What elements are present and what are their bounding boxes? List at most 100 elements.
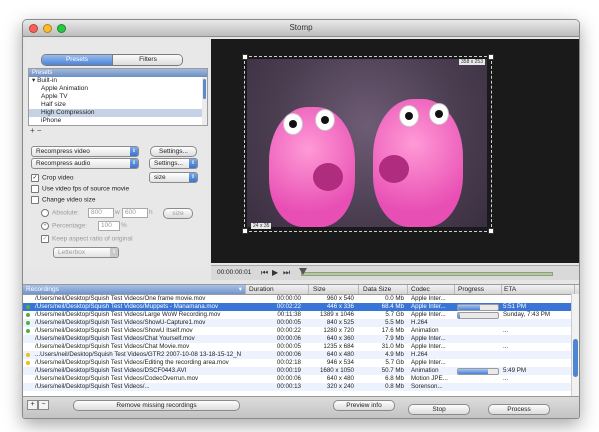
- audio-settings-popup[interactable]: Settings... ⇕: [149, 158, 198, 169]
- change-size-checkbox[interactable]: Change video size: [31, 196, 95, 205]
- crop-rectangle[interactable]: 358 x 253 24 x 35: [242, 54, 494, 234]
- height-field[interactable]: 600: [122, 208, 148, 218]
- checkbox-icon[interactable]: [31, 185, 39, 193]
- table-row[interactable]: /Users/neil/Desktop/Squish Test Videos/C…: [23, 343, 571, 351]
- cell-eta: 5:49 PM: [503, 367, 527, 374]
- crop-handle[interactable]: [242, 54, 248, 60]
- table-row-selected[interactable]: /Users/neil/Desktop/Squish Test Videos/M…: [23, 303, 571, 311]
- preset-list-header[interactable]: Presets: [29, 69, 207, 77]
- absolute-radio[interactable]: Absolute:: [41, 209, 79, 218]
- step-back-icon[interactable]: ⏮: [261, 268, 268, 278]
- sort-arrow-icon: ▾: [238, 286, 242, 293]
- add-recording-button[interactable]: +: [27, 400, 38, 410]
- radio-selected-icon[interactable]: •: [41, 222, 49, 230]
- playhead-icon[interactable]: [299, 268, 307, 275]
- step-forward-icon[interactable]: ⏭: [283, 268, 290, 278]
- cell-data: 31.0 Mb: [381, 343, 404, 350]
- scroll-thumb[interactable]: [573, 339, 578, 377]
- size-popup[interactable]: size ⇕: [149, 172, 198, 183]
- stop-button[interactable]: Stop: [408, 404, 470, 415]
- cell-duration: 00:02:22: [276, 303, 301, 310]
- remove-recording-button[interactable]: −: [38, 400, 49, 410]
- column-header-codec[interactable]: Codec: [408, 285, 455, 294]
- width-field[interactable]: 800: [88, 208, 114, 218]
- column-header-recordings[interactable]: Recordings ▾: [23, 285, 246, 294]
- cell-path: /Users/neil/Desktop/Squish Test Videos/S…: [35, 319, 206, 326]
- table-scrollbar[interactable]: [571, 294, 579, 397]
- column-header-progress[interactable]: Progress: [455, 285, 502, 294]
- column-header-eta[interactable]: ETA: [501, 285, 575, 294]
- preset-item-selected[interactable]: High Compression: [29, 109, 207, 117]
- cell-size: 640 x 360: [326, 335, 354, 342]
- cell-duration: 00:00:19: [276, 367, 301, 374]
- video-codec-popup[interactable]: Recompress video ⇕: [31, 146, 139, 157]
- process-button[interactable]: Process: [488, 404, 550, 415]
- table-row[interactable]: /Users/neil/Desktop/Squish Test Videos/C…: [23, 375, 571, 383]
- keep-aspect-checkbox[interactable]: ✓ Keep aspect ratio of original: [41, 235, 133, 244]
- video-preview[interactable]: 358 x 253 24 x 35: [211, 39, 579, 263]
- progress-fill: [458, 369, 488, 374]
- cell-data: 7.9 Mb: [385, 335, 404, 342]
- timeline-slider[interactable]: [301, 272, 553, 276]
- preset-item[interactable]: iPhone: [29, 117, 207, 125]
- letterbox-label: Letterbox: [58, 249, 86, 256]
- size-button[interactable]: size: [163, 208, 193, 219]
- radio-icon[interactable]: [41, 209, 49, 217]
- checkmark-icon[interactable]: ✓: [31, 174, 39, 182]
- cell-path: /Users/neil/Desktop/Squish Test Videos/L…: [35, 311, 221, 318]
- preview-info-button[interactable]: Preview info: [333, 400, 395, 411]
- checkbox-icon[interactable]: [31, 196, 39, 204]
- cell-size: 960 x 540: [326, 295, 354, 302]
- cell-data: 5.7 Gb: [385, 359, 404, 366]
- table-row[interactable]: /Users/neil/Desktop/Squish Test Videos/S…: [23, 327, 571, 335]
- cell-codec: Animation: [411, 367, 439, 374]
- column-header-duration[interactable]: Duration: [246, 285, 309, 294]
- table-row[interactable]: /Users/neil/Desktop/Squish Test Videos/.…: [23, 383, 571, 391]
- cell-path: /Users/neil/Desktop/Squish Test Videos/.…: [35, 383, 150, 390]
- preset-group-built-in[interactable]: ▾ Built-in: [29, 77, 207, 85]
- tab-filters[interactable]: Filters: [112, 55, 182, 65]
- column-header-size[interactable]: Size: [310, 285, 359, 294]
- audio-codec-popup[interactable]: Recompress audio ⇕: [31, 158, 139, 169]
- column-header-data-size[interactable]: Data Size: [360, 285, 408, 294]
- window-title: Stomp: [289, 23, 313, 32]
- progress-fill: [458, 313, 460, 318]
- remove-missing-button[interactable]: Remove missing recordings: [73, 400, 240, 411]
- table-row[interactable]: /Users/neil/Desktop/Squish Test Videos/L…: [23, 311, 571, 319]
- crop-handle[interactable]: [242, 228, 248, 234]
- crop-handle[interactable]: [488, 54, 494, 60]
- tab-presets[interactable]: Presets: [42, 55, 112, 65]
- size-popup-label: size: [154, 174, 166, 181]
- cell-data: 6.8 Mb: [385, 375, 404, 382]
- crop-handle[interactable]: [488, 228, 494, 234]
- table-row[interactable]: /Users/neil/Desktop/Squish Test Videos/D…: [23, 367, 571, 375]
- scroll-thumb[interactable]: [203, 79, 206, 99]
- preset-item[interactable]: Apple TV: [29, 93, 207, 101]
- use-fps-checkbox[interactable]: Use video fps of source movie: [31, 185, 129, 194]
- cell-eta: [503, 295, 569, 303]
- popup-arrows-icon: ⇕: [130, 147, 138, 156]
- cell-size: 1389 x 1046: [319, 311, 354, 318]
- crop-video-checkbox[interactable]: ✓ Crop video: [31, 174, 73, 183]
- preset-item[interactable]: Half size: [29, 101, 207, 109]
- checkmark-icon[interactable]: ✓: [41, 235, 49, 243]
- table-row[interactable]: ...Users/neil/Desktop/Squish Test Videos…: [23, 351, 571, 359]
- percentage-radio[interactable]: • Percentage:: [41, 222, 87, 231]
- column-label: Recordings: [26, 286, 59, 293]
- table-row[interactable]: /Users/neil/Desktop/Squish Test Videos/S…: [23, 319, 571, 327]
- percentage-field[interactable]: 100: [98, 221, 120, 231]
- letterbox-popup[interactable]: Letterbox ⇕: [53, 247, 119, 258]
- video-settings-button[interactable]: Settings...: [150, 146, 197, 157]
- disclosure-triangle-icon[interactable]: ▾: [32, 77, 35, 84]
- preset-scrollbar[interactable]: [202, 77, 207, 125]
- table-row[interactable]: /Users/neil/Desktop/Squish Test Videos/C…: [23, 335, 571, 343]
- cell-size: 1680 x 1050: [319, 367, 354, 374]
- table-row[interactable]: /Users/neil/Desktop/Squish Test Videos/E…: [23, 359, 571, 367]
- cell-eta: [503, 351, 569, 359]
- play-icon[interactable]: ▶: [272, 268, 278, 277]
- preset-item[interactable]: Apple Animation: [29, 85, 207, 93]
- add-remove-preset-buttons[interactable]: + −: [30, 126, 42, 135]
- status-dot-icon: [26, 353, 30, 357]
- cell-codec: Apple Inter...: [411, 335, 446, 342]
- table-row[interactable]: /Users/neil/Desktop/Squish Test Videos/O…: [23, 295, 571, 303]
